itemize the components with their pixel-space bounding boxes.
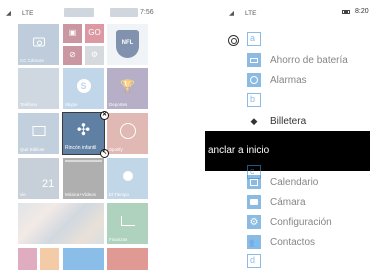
tile-spotify[interactable]: Spotify bbox=[107, 113, 148, 154]
status-bar: ◢ LTE 7:56 bbox=[0, 0, 165, 24]
search-icon[interactable] bbox=[228, 35, 239, 46]
tile-label: Rincón infantil bbox=[65, 145, 97, 151]
app-ahorro-bateria[interactable]: Ahorro de batería bbox=[247, 50, 367, 70]
app-label: Billetera bbox=[270, 115, 307, 127]
chart-icon bbox=[120, 216, 135, 227]
app-alarmas[interactable]: Alarmas bbox=[247, 70, 367, 90]
tile-nfl[interactable]: NFL bbox=[107, 24, 148, 65]
tile-label: Qué Bibliote bbox=[20, 147, 45, 152]
tile-deportes[interactable]: 🏆 Deportes bbox=[107, 68, 148, 109]
letter-tile-d[interactable]: d bbox=[247, 254, 261, 268]
tile-label: CC Cámara bbox=[20, 58, 44, 63]
start-screen: ◢ LTE 7:56 CC Cámara ▣ GO ⊘ ⚙ NFL Teléfo… bbox=[0, 0, 165, 270]
clock: 8:20 bbox=[355, 8, 369, 15]
music-progress bbox=[65, 160, 102, 162]
tile-calendario[interactable]: 21 vie bbox=[18, 158, 59, 199]
sun-icon bbox=[122, 171, 133, 182]
tile-label: Spotify bbox=[109, 147, 123, 152]
tablet-icon bbox=[32, 126, 45, 137]
tile-label: Música+Vídeos bbox=[65, 192, 96, 197]
letter-tile-a[interactable]: a bbox=[247, 32, 261, 46]
people-icon: 👥 bbox=[247, 235, 261, 249]
tile-label: Skype bbox=[65, 102, 78, 107]
tile-small-photo[interactable]: ▣ bbox=[63, 24, 82, 43]
network-label: LTE bbox=[22, 10, 34, 17]
app-list-screen: ◢ LTE 8:20 a Ahorro de batería Alarmas b… bbox=[205, 0, 370, 270]
app-label: Configuración bbox=[270, 216, 332, 228]
tile-partial[interactable] bbox=[63, 248, 104, 270]
tile-label: El Tiempo bbox=[109, 192, 130, 197]
app-configuracion[interactable]: ⚙ Configuración bbox=[247, 212, 367, 232]
trophy-icon: 🏆 bbox=[120, 79, 135, 94]
alarm-icon bbox=[247, 73, 261, 87]
tile-small-blocked[interactable]: ⊘ bbox=[63, 46, 82, 65]
unpin-icon[interactable]: ✕ bbox=[100, 111, 109, 120]
wallet-icon: ◆ bbox=[247, 114, 261, 128]
skype-icon: S bbox=[76, 79, 91, 94]
status-bar: ◢ LTE 8:20 bbox=[205, 0, 370, 22]
clock: 7:56 bbox=[140, 9, 154, 16]
status-placeholder bbox=[110, 8, 138, 17]
tile-finanzas[interactable]: Finanzas bbox=[107, 203, 148, 244]
tile-label: Finanzas bbox=[109, 237, 128, 242]
battery-icon bbox=[342, 10, 350, 14]
app-label: Contactos bbox=[270, 236, 316, 248]
tile-label: Teléfono bbox=[20, 102, 38, 107]
tile-label: GO bbox=[88, 27, 101, 37]
camera-icon bbox=[247, 195, 261, 209]
tile-qr[interactable]: Qué Bibliote bbox=[18, 113, 59, 154]
tile-camera[interactable]: CC Cámara bbox=[18, 24, 59, 65]
app-calendario[interactable]: Calendario bbox=[247, 172, 367, 192]
tile-label: Deportes bbox=[109, 102, 128, 107]
tile-photos[interactable] bbox=[18, 203, 104, 244]
camera-icon bbox=[32, 37, 45, 47]
letter-tile-b[interactable]: b bbox=[247, 93, 261, 107]
settings-icon: ⚙ bbox=[90, 49, 99, 59]
app-label: Cámara bbox=[270, 196, 306, 208]
tile-skype[interactable]: S Skype bbox=[63, 68, 104, 109]
app-camara[interactable]: Cámara bbox=[247, 192, 367, 212]
blocked-icon: ⊘ bbox=[69, 49, 76, 59]
tile-small-settings[interactable]: ⚙ bbox=[85, 46, 104, 65]
tile-partial[interactable] bbox=[18, 248, 37, 270]
status-placeholder bbox=[64, 8, 94, 17]
app-label: Alarmas bbox=[270, 74, 307, 86]
battery-saver-icon bbox=[247, 53, 261, 67]
calendar-icon bbox=[247, 175, 261, 189]
app-label: Ahorro de batería bbox=[270, 54, 348, 66]
tile-musica[interactable]: Música+Vídeos bbox=[63, 158, 104, 199]
app-billetera[interactable]: ◆ Billetera bbox=[247, 111, 367, 131]
tile-partial[interactable] bbox=[107, 248, 148, 270]
calendar-day: 21 bbox=[42, 178, 55, 190]
spotify-icon bbox=[119, 123, 136, 140]
nfl-logo-text: NFL bbox=[121, 40, 134, 46]
app-contactos[interactable]: 👥 Contactos bbox=[247, 232, 367, 252]
tile-telefono[interactable]: Teléfono bbox=[18, 68, 59, 109]
tile-small-go[interactable]: GO bbox=[85, 24, 104, 43]
signal-icon: ◢ bbox=[6, 10, 11, 17]
tile-label: vie bbox=[20, 192, 26, 197]
pin-to-start-menu-item[interactable]: anclar a inicio bbox=[208, 145, 269, 156]
tile-kids-corner[interactable]: ✣ Rincón infantil bbox=[62, 112, 105, 155]
pinwheel-icon: ✣ bbox=[76, 122, 91, 140]
gear-icon: ⚙ bbox=[247, 215, 261, 229]
network-label: LTE bbox=[245, 10, 257, 17]
photo-icon: ▣ bbox=[68, 27, 77, 37]
tile-partial[interactable] bbox=[40, 248, 59, 270]
context-menu: anclar a inicio bbox=[205, 131, 370, 171]
tile-tiempo[interactable]: El Tiempo bbox=[107, 158, 148, 199]
signal-icon: ◢ bbox=[229, 10, 234, 17]
app-label: Calendario bbox=[270, 176, 319, 188]
resize-icon[interactable]: ↖ bbox=[100, 149, 109, 158]
